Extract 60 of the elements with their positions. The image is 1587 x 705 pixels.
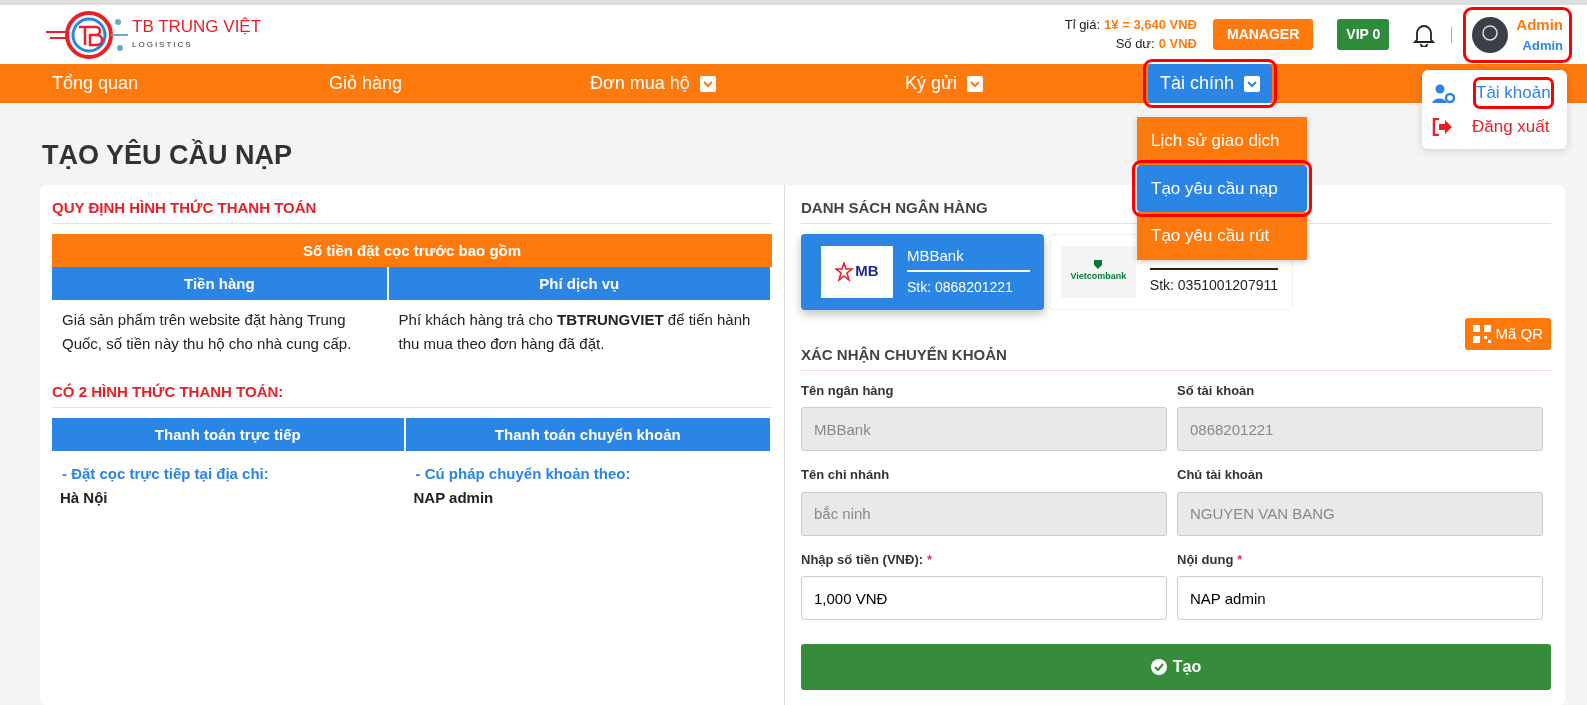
vip-badge: VIP 0	[1337, 19, 1390, 50]
field-label: Chủ tài khoản	[1177, 466, 1264, 484]
column-header: Tiền hàng	[52, 266, 389, 300]
submit-button[interactable]: Tạo	[801, 644, 1551, 690]
method-value: Hà Nội	[60, 489, 108, 506]
method-note: - Cú pháp chuyển khoản theo:	[415, 464, 631, 482]
notification-bell-icon[interactable]	[1413, 22, 1436, 47]
brand-name: TB TRUNG VIỆT	[132, 18, 262, 35]
column-header: Thanh toán chuyển khoản	[405, 417, 772, 451]
section-title: CÓ 2 HÌNH THỨC THANH TOÁN:	[52, 381, 772, 408]
user-name: Admin	[1516, 14, 1563, 35]
bank-logo: MB	[821, 245, 893, 298]
field-label: Nội dung *	[1177, 550, 1244, 569]
brand-tagline: LOGISTICS	[132, 39, 194, 51]
rate-label: Tỉ giá:	[1064, 15, 1101, 34]
table-cell-text: Phí khách hàng trả cho TBTRUNGVIET để tiến hành thu mua theo đơn hàng đã đặt.	[397, 309, 752, 355]
nav-tab[interactable]: Ký gửi	[905, 64, 984, 103]
rate-value: 1¥ = 3,640 VNĐ	[1104, 15, 1197, 34]
bank-account: Stk: 0351001207911	[1149, 275, 1278, 295]
logo-icon	[46, 9, 128, 60]
qr-code-button[interactable]: Mã QR	[1465, 317, 1551, 350]
manager-button[interactable]: MANAGER	[1213, 19, 1314, 50]
avatar-icon	[1472, 16, 1509, 53]
field-label: Tên chi nhánh	[801, 466, 891, 484]
menu-item[interactable]: Tài khoản	[1422, 76, 1567, 110]
section-title: XÁC NHẬN CHUYỂN KHOẢN	[801, 344, 1551, 371]
user-role: Admin	[1521, 37, 1563, 55]
input-field[interactable]: NAP admin	[1177, 576, 1543, 620]
column-header: Phí dịch vụ	[388, 266, 772, 300]
method-value: NAP admin	[413, 489, 494, 506]
section-title: QUY ĐỊNH HÌNH THỨC THANH TOÁN	[52, 197, 772, 224]
bank-logo: Vietcombank	[1061, 245, 1136, 298]
input-field[interactable]: 1,000 VNĐ	[801, 576, 1167, 620]
check-circle-icon	[1150, 659, 1167, 675]
bank-card[interactable]: MB MBBank Stk: 0868201221	[801, 233, 1044, 310]
field-label: Nhập số tiền (VNĐ): *	[801, 550, 934, 569]
nav-tab[interactable]: Đơn mua hộ	[590, 64, 716, 103]
table-header: Số tiền đặt cọc trước bao gồm	[52, 233, 772, 267]
page-title: TẠO YÊU CẦU NẠP	[42, 138, 293, 172]
chevron-down-icon	[967, 75, 984, 92]
nav-tab[interactable]: Giỏ hàng	[329, 64, 403, 103]
balance-value: 0 VNĐ	[1158, 34, 1197, 53]
balance-label: Số dư:	[1115, 34, 1155, 53]
user-menu[interactable]: Admin Admin	[1468, 11, 1567, 58]
column-header: Thanh toán trực tiếp	[52, 417, 406, 451]
field-label: Tên ngân hàng	[801, 381, 895, 400]
divider-rule	[1451, 26, 1453, 43]
method-note: - Đặt cọc trực tiếp tại địa chỉ:	[62, 464, 269, 482]
bank-name: MBBank	[907, 244, 1030, 273]
menu-item[interactable]: Tạo yêu cầu rút	[1137, 212, 1307, 260]
chevron-down-icon	[1244, 75, 1261, 92]
section-title: DANH SÁCH NGÂN HÀNG	[801, 197, 1551, 224]
menu-item[interactable]: Lịch sử giao dịch	[1137, 117, 1307, 165]
table-cell-text: Giá sản phẩm trên website đặt hàng Trung Quốc, số tiền này thu hộ cho nhà cung cấp.	[61, 309, 353, 355]
bank-account: Stk: 0868201221	[907, 278, 1014, 298]
qr-code-icon	[1473, 324, 1492, 343]
menu-item[interactable]: Đăng xuất	[1422, 109, 1567, 143]
field-label: Số tài khoản	[1177, 381, 1256, 400]
nav-tab[interactable]: Tổng quan	[52, 64, 139, 103]
chevron-down-icon	[699, 75, 716, 92]
